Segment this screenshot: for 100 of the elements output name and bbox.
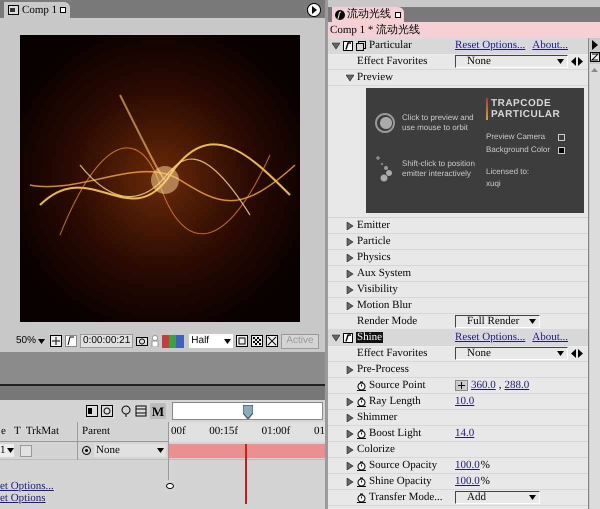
- group-label[interactable]: Pre-Process: [357, 364, 409, 375]
- draft-icon[interactable]: [266, 335, 278, 347]
- switch-box[interactable]: [20, 444, 32, 456]
- layer-switch-icon[interactable]: [86, 405, 98, 417]
- group-label[interactable]: Shimmer: [357, 412, 398, 423]
- panel-menu-icon[interactable]: [307, 3, 321, 17]
- effect-name[interactable]: Particular: [369, 40, 412, 51]
- group-label[interactable]: Emitter: [357, 220, 390, 231]
- checkbox[interactable]: [558, 134, 565, 140]
- close-icon[interactable]: [395, 12, 401, 18]
- close-icon[interactable]: [60, 7, 66, 13]
- safe-zones-icon[interactable]: [50, 335, 62, 347]
- property-label: Source Point: [369, 380, 426, 391]
- disclosure-triangle-icon[interactable]: [332, 334, 340, 342]
- disclosure-triangle-icon[interactable]: [346, 238, 354, 246]
- value-link[interactable]: 288.0: [504, 377, 530, 394]
- disclosure-triangle-icon[interactable]: [332, 42, 340, 50]
- shy-icon[interactable]: [120, 405, 132, 417]
- group-label[interactable]: Colorize: [357, 444, 395, 455]
- disclosure-triangle-icon[interactable]: [346, 414, 354, 422]
- crosshair-icon[interactable]: [455, 380, 468, 391]
- disclosure-triangle-icon[interactable]: [346, 430, 354, 438]
- value-link[interactable]: 100.0: [455, 473, 480, 490]
- comp-tab[interactable]: Comp 1: [4, 2, 70, 18]
- stopwatch-icon[interactable]: [357, 428, 366, 438]
- mask-icon[interactable]: [65, 335, 78, 347]
- property-label: Shine Opacity: [369, 476, 432, 487]
- prev-next-arrows-icon[interactable]: [571, 57, 583, 66]
- effect-switch-icon[interactable]: [343, 332, 353, 342]
- group-label[interactable]: Preview: [357, 72, 394, 83]
- disclosure-triangle-icon[interactable]: [346, 270, 354, 278]
- group-label[interactable]: Aux System: [357, 268, 412, 279]
- disclosure-triangle-icon[interactable]: [346, 398, 354, 406]
- effect-link[interactable]: About...: [532, 329, 568, 346]
- options-link[interactable]: et Options...: [0, 480, 54, 492]
- value-link[interactable]: 14.0: [455, 425, 474, 442]
- timecode-field[interactable]: 0:00:00:21: [80, 334, 134, 348]
- favorites-dropdown[interactable]: None: [455, 347, 568, 360]
- effect-controls-tab[interactable]: 流动光线: [332, 7, 404, 22]
- stopwatch-icon[interactable]: [357, 396, 366, 406]
- unit-label: %: [480, 458, 490, 474]
- render-mode-dropdown[interactable]: Full Render: [455, 315, 540, 328]
- value-link[interactable]: 10.0: [455, 393, 474, 410]
- disclosure-triangle-icon[interactable]: [346, 286, 354, 294]
- transfer-mode-dropdown[interactable]: Add: [455, 491, 540, 504]
- disclosure-triangle-icon[interactable]: [346, 462, 354, 470]
- orbit-icon[interactable]: [374, 112, 396, 134]
- resolution-dropdown[interactable]: Half: [189, 334, 234, 348]
- checkbox[interactable]: [558, 146, 565, 154]
- caret-icon: [38, 338, 46, 344]
- effect-link[interactable]: Reset Options...: [455, 38, 526, 54]
- effect-link[interactable]: About...: [532, 38, 568, 54]
- motion-blur-icon[interactable]: [135, 405, 147, 417]
- logo-stripe: [486, 98, 488, 120]
- stopwatch-icon[interactable]: [357, 476, 366, 486]
- effect-link[interactable]: Reset Options...: [455, 329, 526, 346]
- license-label: Licensed to:: [486, 167, 530, 177]
- property-label: Effect Favorites: [357, 348, 428, 359]
- disclosure-triangle-icon[interactable]: [346, 446, 354, 454]
- value-link[interactable]: 360.0: [471, 377, 496, 394]
- time-marker-icon[interactable]: [243, 405, 253, 419]
- stopwatch-icon[interactable]: [357, 380, 366, 390]
- column-header: Parent: [82, 424, 110, 440]
- frame-blend-icon[interactable]: [101, 405, 113, 417]
- disclosure-triangle-icon[interactable]: [346, 366, 354, 374]
- disclosure-triangle-icon[interactable]: [346, 74, 354, 82]
- disclosure-triangle-icon[interactable]: [346, 222, 354, 230]
- scrollbar[interactable]: [590, 64, 600, 509]
- value-link[interactable]: 100.0: [455, 457, 480, 474]
- effect-switch-icon[interactable]: [343, 40, 353, 50]
- checkerboard-icon[interactable]: [251, 335, 264, 347]
- panel-menu-icon[interactable]: [590, 40, 598, 50]
- group-label[interactable]: Visibility: [357, 284, 398, 295]
- disclosure-triangle-icon[interactable]: [346, 302, 354, 310]
- m-button[interactable]: M: [150, 403, 166, 419]
- stopwatch-icon[interactable]: [357, 492, 366, 502]
- matte-dropdown[interactable]: 1: [0, 444, 14, 457]
- camera-icon[interactable]: [136, 335, 148, 347]
- caret-icon: [557, 59, 564, 64]
- favorites-dropdown[interactable]: None: [455, 55, 568, 68]
- preview-panel[interactable]: Click to preview and use mouse to orbit Shift-click to position emitter interactively TRAPCODE PARTICULAR Preview Camera Background Color Licensed to: xuqi: [366, 88, 584, 213]
- options-link[interactable]: et Options: [0, 492, 46, 504]
- stopwatch-icon[interactable]: [357, 460, 366, 470]
- options-icon[interactable]: [590, 52, 600, 62]
- disclosure-triangle-icon[interactable]: [346, 254, 354, 262]
- parent-dropdown[interactable]: None: [94, 444, 166, 457]
- effect-name[interactable]: Shine: [356, 332, 384, 343]
- zoom-dropdown[interactable]: 50%: [14, 334, 48, 348]
- group-label[interactable]: Motion Blur: [357, 300, 412, 311]
- disclosure-triangle-icon[interactable]: [346, 478, 354, 486]
- column-header: e: [0, 424, 7, 440]
- group-label[interactable]: Particle: [357, 236, 391, 247]
- composition-icon: [8, 5, 19, 15]
- prev-next-arrows-icon[interactable]: [571, 349, 583, 358]
- scroll-up-icon[interactable]: [591, 68, 598, 72]
- region-icon[interactable]: [236, 335, 248, 347]
- group-label[interactable]: Physics: [357, 252, 391, 263]
- pick-whip-icon[interactable]: [82, 446, 91, 455]
- copy-icon: [356, 40, 366, 50]
- color-channels-icon[interactable]: [162, 334, 184, 348]
